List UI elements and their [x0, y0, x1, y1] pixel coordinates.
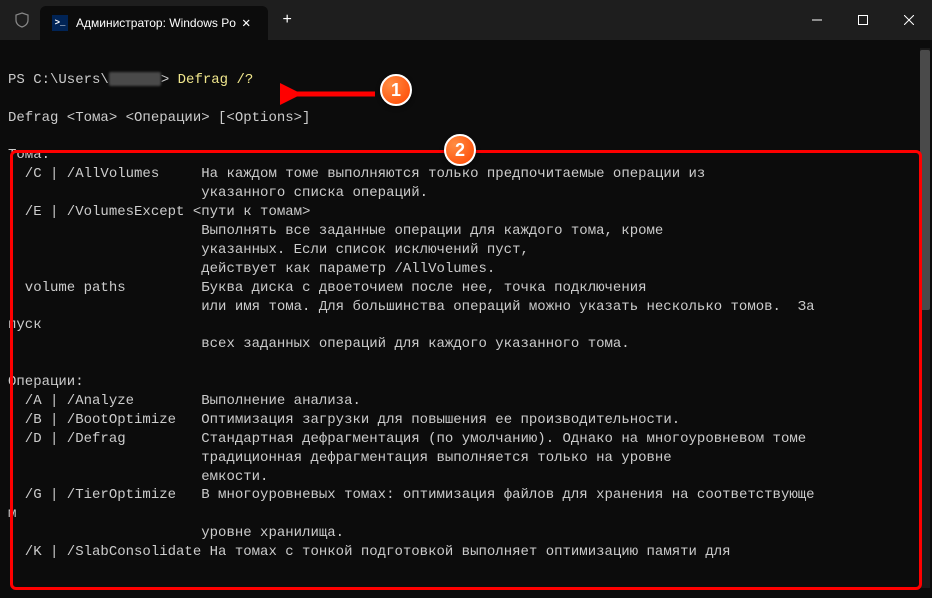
desc-b: Оптимизация загрузки для повышения ее пр… [201, 412, 680, 428]
powershell-icon: >_ [52, 15, 68, 31]
shield-icon [12, 10, 32, 30]
command-text: Defrag /? [178, 72, 254, 88]
annotation-arrow [280, 82, 380, 106]
wrap-g: м [8, 506, 16, 522]
desc-e3: действует как параметр /AllVolumes. [201, 261, 495, 277]
flag-c: /C | /AllVolumes [8, 166, 159, 182]
desc-e1: Выполнять все заданные операции для кажд… [201, 223, 663, 239]
flag-vp: volume paths [8, 280, 126, 296]
prompt-prefix: PS C:\Users\ [8, 72, 109, 88]
titlebar: >_ Администратор: Windows Po ✕ + [0, 0, 932, 40]
annotation-badge-1: 1 [380, 74, 412, 106]
new-tab-button[interactable]: + [268, 11, 306, 29]
flag-a: /A | /Analyze [8, 393, 134, 409]
desc-d2: традиционная дефрагментация выполняется … [201, 450, 671, 466]
desc-g2: уровне хранилища. [201, 525, 344, 541]
desc-d3: емкости. [201, 469, 268, 485]
maximize-button[interactable] [840, 0, 886, 40]
desc-vp1: Буква диска с двоеточием после нее, точк… [201, 280, 646, 296]
flag-e: /E | /VolumesExcept <пути к томам> [8, 204, 310, 220]
flag-k: /K | /SlabConsolidate [8, 544, 201, 560]
annotation-badge-2: 2 [444, 134, 476, 166]
flag-g: /G | /TierOptimize [8, 487, 176, 503]
desc-d1: Стандартная дефрагментация (по умолчанию… [201, 431, 806, 447]
toma-header: Тома: [8, 147, 50, 163]
wrap-vp: пуск [8, 317, 42, 333]
syntax-line: Defrag <Тома> <Операции> [<Options>] [8, 110, 310, 126]
minimize-button[interactable] [794, 0, 840, 40]
desc-g1: В многоуровневых томах: оптимизация файл… [201, 487, 814, 503]
desc-e2: указанных. Если список исключений пуст, [201, 242, 529, 258]
ops-header: Операции: [8, 374, 84, 390]
flag-b: /B | /BootOptimize [8, 412, 176, 428]
desc-k: На томах с тонкой подготовкой выполняет … [210, 544, 731, 560]
obscured-username [109, 72, 161, 86]
window-controls [794, 0, 932, 40]
terminal-output[interactable]: PS C:\Users\ > Defrag /? Defrag <Тома> <О… [0, 40, 932, 574]
tab-title: Администратор: Windows Po [76, 16, 236, 30]
desc-c1: На каждом томе выполняются только предпо… [201, 166, 705, 182]
tab-powershell[interactable]: >_ Администратор: Windows Po ✕ [40, 6, 268, 40]
desc-vp2: или имя тома. Для большинства операций м… [201, 299, 814, 315]
desc-a: Выполнение анализа. [201, 393, 361, 409]
close-button[interactable] [886, 0, 932, 40]
desc-vp3: всех заданных операций для каждого указа… [201, 336, 629, 352]
scrollbar-thumb[interactable] [920, 50, 930, 310]
prompt-suffix: > [161, 72, 178, 88]
desc-c2: указанного списка операций. [201, 185, 428, 201]
close-tab-button[interactable]: ✕ [236, 13, 256, 34]
flag-d: /D | /Defrag [8, 431, 126, 447]
